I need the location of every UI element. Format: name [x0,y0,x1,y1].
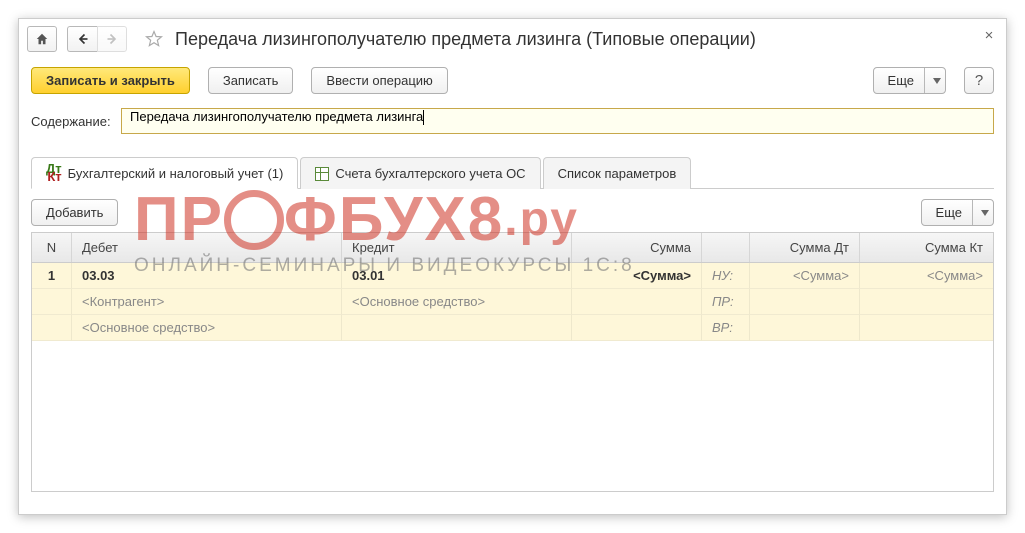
window: Передача лизингополучателю предмета лизи… [18,18,1007,515]
col-summadt: Сумма Дт [750,233,860,262]
postings-grid[interactable]: N Дебет Кредит Сумма Сумма Дт Сумма Кт 1… [31,232,994,492]
write-and-close-button[interactable]: Записать и закрыть [31,67,190,94]
col-kredit: Кредит [342,233,572,262]
table-row[interactable]: 1 03.03 03.01 <Сумма> НУ: <Сумма> <Сумма… [32,263,993,289]
add-button[interactable]: Добавить [31,199,118,226]
text-cursor [423,110,424,125]
grid-toolbar: Добавить Еще [31,199,994,226]
forward-button[interactable] [97,26,127,52]
col-nu [702,233,750,262]
cell-debet-sub2: <Основное средство> [72,315,342,341]
main-toolbar: Записать и закрыть Записать Ввести опера… [19,59,1006,102]
write-button[interactable]: Записать [208,67,294,94]
tabs: ДтКт Бухгалтерский и налоговый учет (1) … [31,156,994,189]
more-button-label: Еще [888,73,914,88]
tab-os-accounts-label: Счета бухгалтерского учета ОС [335,166,525,181]
titlebar: Передача лизингополучателю предмета лизи… [19,19,1006,59]
tab-accounting-label: Бухгалтерский и налоговый учет (1) [68,166,284,181]
tab-content: Добавить Еще N Дебет Кредит Сумма Сумма … [19,189,1006,502]
content-input[interactable]: Передача лизингополучателю предмета лизи… [121,108,994,134]
close-button[interactable]: × [980,27,998,45]
grid-more-button[interactable]: Еще [921,199,994,226]
tab-accounting[interactable]: ДтКт Бухгалтерский и налоговый учет (1) [31,157,298,189]
help-button[interactable]: ? [964,67,994,94]
nav-group [67,26,127,52]
chevron-down-icon [924,68,941,93]
tab-params-label: Список параметров [558,166,677,181]
grid-header: N Дебет Кредит Сумма Сумма Дт Сумма Кт [32,233,993,263]
tab-params[interactable]: Список параметров [543,157,692,189]
cell-pr: ПР: [702,289,750,315]
chevron-down-icon [972,200,989,225]
debit-credit-icon: ДтКт [46,165,62,181]
cell-vr: ВР: [702,315,750,341]
cell-n: 1 [32,263,72,289]
cell-debet-sub1: <Контрагент> [72,289,342,315]
cell-debet-acc: 03.03 [72,263,342,289]
col-summa: Сумма [572,233,702,262]
col-summakt: Сумма Кт [860,233,993,262]
cell-sdt: <Сумма> [750,263,860,289]
cell-skt: <Сумма> [860,263,993,289]
cell-nu: НУ: [702,263,750,289]
grid-more-label: Еще [936,205,962,220]
cell-summa: <Сумма> [572,263,702,289]
page-title: Передача лизингополучателю предмета лизи… [175,29,756,50]
content-label: Содержание: [31,114,121,129]
cell-kredit-acc: 03.01 [342,263,572,289]
cell-kredit-sub1: <Основное средство> [342,289,572,315]
content-value: Передача лизингополучателю предмета лизи… [130,109,423,124]
table-row[interactable]: <Контрагент> <Основное средство> ПР: [32,289,993,315]
enter-operation-button[interactable]: Ввести операцию [311,67,447,94]
table-row[interactable]: <Основное средство> ВР: [32,315,993,341]
table-icon [315,167,329,181]
home-button[interactable] [27,26,57,52]
col-debet: Дебет [72,233,342,262]
more-button[interactable]: Еще [873,67,946,94]
content-field-row: Содержание: Передача лизингополучателю п… [19,102,1006,140]
col-n: N [32,233,72,262]
favorite-button[interactable] [139,26,169,52]
tab-os-accounts[interactable]: Счета бухгалтерского учета ОС [300,157,540,189]
back-button[interactable] [67,26,97,52]
